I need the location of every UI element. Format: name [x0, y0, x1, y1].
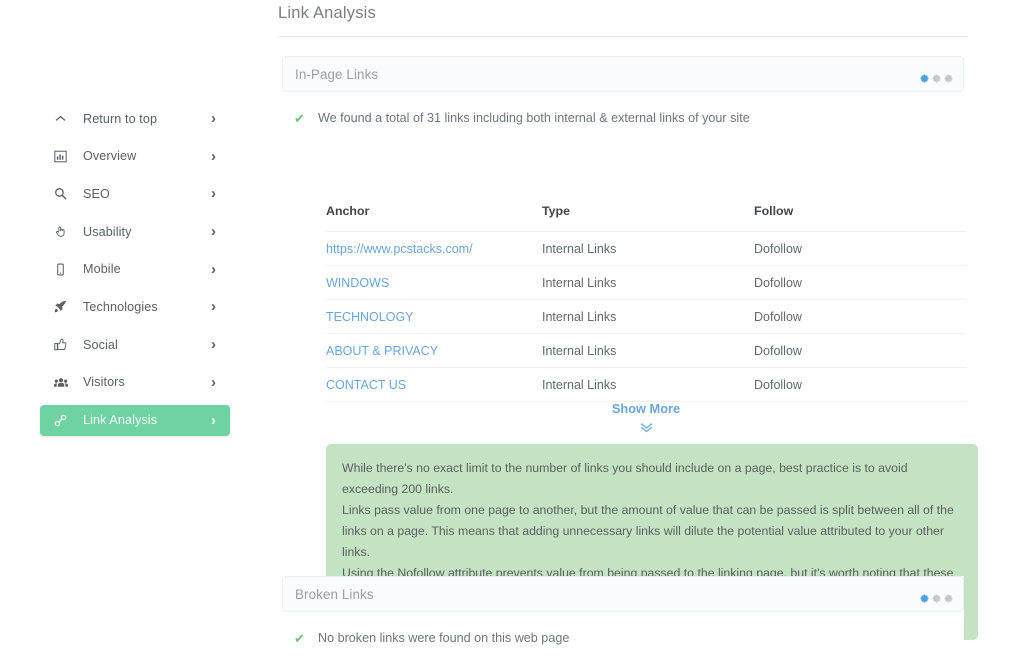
- anchor-link[interactable]: ABOUT & PRIVACY: [326, 344, 438, 358]
- main-content: Link Analysis In-Page Links ✔ We found a…: [270, 0, 1024, 656]
- table-header-row: Anchor Type Follow: [326, 204, 966, 232]
- gear-icon-minimize[interactable]: [932, 70, 941, 82]
- gear-icon-settings[interactable]: [920, 590, 929, 602]
- broken-links-status-text: No broken links were found on this web p…: [318, 631, 570, 645]
- check-icon: ✔: [294, 631, 305, 646]
- app-root: Return to top › Overview › SEO › Usability › Mob…: [0, 0, 1024, 656]
- cell-type: Internal Links: [542, 333, 754, 368]
- rocket-icon: [54, 300, 74, 313]
- check-icon: ✔: [294, 111, 305, 126]
- cell-follow: Dofollow: [754, 333, 966, 368]
- table-row: https://www.pcstacks.com/Internal Links D…: [326, 231, 966, 266]
- chevron-right-icon: ›: [211, 298, 216, 316]
- sidebar-item-social[interactable]: Social ›: [40, 329, 230, 360]
- anchor-link[interactable]: CONTACT US: [326, 378, 406, 392]
- sidebar-item-technologies[interactable]: Technologies ›: [40, 291, 230, 322]
- sidebar-item-label: Mobile: [83, 262, 121, 277]
- cell-follow: Dofollow: [754, 299, 966, 334]
- in-page-links-status: ✔ We found a total of 31 links including…: [282, 110, 964, 127]
- chevron-right-icon: ›: [211, 373, 216, 391]
- chevron-double-down-icon[interactable]: [326, 422, 966, 435]
- chevron-right-icon: ›: [211, 260, 216, 278]
- column-header-anchor: Anchor: [326, 204, 542, 232]
- cell-type: Internal Links: [542, 299, 754, 334]
- in-page-links-card-header: In-Page Links: [282, 56, 964, 92]
- sidebar-item-label: Return to top: [83, 111, 158, 126]
- chevron-right-icon: ›: [211, 411, 216, 429]
- cell-anchor: ABOUT & PRIVACY: [326, 333, 542, 368]
- chevron-right-icon: ›: [211, 110, 216, 127]
- show-more-button[interactable]: Show More: [612, 401, 680, 416]
- in-page-links-table: Anchor Type Follow https://www.pcstacks.co…: [326, 204, 966, 402]
- cell-anchor: CONTACT US: [326, 367, 542, 402]
- gear-icon-close[interactable]: [944, 70, 953, 82]
- in-page-links-card: In-Page Links ✔ We found a total of 31 l…: [282, 56, 978, 640]
- chevron-up-icon: [54, 112, 74, 125]
- column-header-type: Type: [542, 204, 754, 232]
- table-row: ABOUT & PRIVACY Internal Links Dofollow: [326, 333, 966, 368]
- sidebar-item-label: Overview: [83, 149, 137, 164]
- table-row: CONTACT US Internal Links Dofollow: [326, 367, 966, 402]
- sidebar: Return to top › Overview › SEO › Usability › Mob…: [0, 0, 270, 656]
- chevron-right-icon: ›: [211, 185, 216, 203]
- gear-icon-settings[interactable]: [920, 70, 929, 82]
- sidebar-item-label: Usability: [83, 224, 132, 239]
- table-row: WINDOWS Internal Links Dofollow: [326, 265, 966, 300]
- chevron-right-icon: ›: [211, 336, 216, 354]
- sidebar-item-label: Link Analysis: [83, 413, 158, 427]
- sidebar-item-usability[interactable]: Usability ›: [40, 216, 230, 247]
- page-title: Link Analysis: [278, 4, 376, 22]
- cell-type: Internal Links: [542, 231, 754, 266]
- card-controls-in-page: [920, 57, 953, 91]
- thumbs-up-icon: [54, 338, 74, 351]
- sidebar-item-visitors[interactable]: Visitors ›: [40, 367, 230, 398]
- sidebar-item-overview[interactable]: Overview ›: [40, 141, 230, 172]
- broken-links-status: ✔ No broken links were found on this web…: [282, 630, 964, 647]
- in-page-links-status-text: We found a total of 31 links including b…: [318, 111, 750, 125]
- sidebar-nav: Return to top › Overview › SEO › Usability › Mob…: [40, 103, 230, 442]
- users-icon: [54, 376, 74, 389]
- mobile-icon: [54, 263, 74, 276]
- cell-type: Internal Links: [542, 367, 754, 402]
- gear-icon-minimize[interactable]: [932, 590, 941, 602]
- sidebar-item-return-to-top[interactable]: Return to top ›: [40, 103, 230, 134]
- gear-icon-close[interactable]: [944, 590, 953, 602]
- bar-chart-icon: [54, 150, 74, 163]
- sidebar-item-mobile[interactable]: Mobile ›: [40, 254, 230, 285]
- note-paragraph-2: Links pass value from one page to anothe…: [342, 503, 954, 559]
- sidebar-item-link-analysis[interactable]: Link Analysis ›: [40, 404, 230, 436]
- sidebar-item-label: Technologies: [83, 299, 158, 314]
- chevron-right-icon: ›: [211, 147, 216, 165]
- cell-anchor: TECHNOLOGY: [326, 299, 542, 334]
- column-header-follow: Follow: [754, 204, 966, 232]
- note-paragraph-1: While there's no exact limit to the numb…: [342, 461, 908, 496]
- hand-pointer-icon: [54, 225, 74, 238]
- broken-links-card: Broken Links ✔ No broken links were foun…: [282, 576, 964, 656]
- title-divider: [278, 36, 968, 37]
- chevron-right-icon: ›: [211, 223, 216, 241]
- sidebar-item-seo[interactable]: SEO ›: [40, 178, 230, 209]
- chain-link-icon: [54, 414, 74, 427]
- cell-anchor: WINDOWS: [326, 265, 542, 300]
- cell-follow: Dofollow: [754, 265, 966, 300]
- cell-anchor: https://www.pcstacks.com/: [326, 231, 542, 266]
- anchor-link[interactable]: TECHNOLOGY: [326, 310, 414, 324]
- anchor-link[interactable]: https://www.pcstacks.com/: [326, 242, 473, 256]
- sidebar-item-label: SEO: [83, 186, 110, 201]
- in-page-links-card-title: In-Page Links: [295, 66, 379, 82]
- broken-links-card-header: Broken Links: [282, 576, 964, 612]
- table-row: TECHNOLOGY Internal Links Dofollow: [326, 299, 966, 334]
- table-body: https://www.pcstacks.com/Internal Links D…: [326, 231, 966, 402]
- sidebar-item-label: Social: [83, 337, 118, 352]
- cell-type: Internal Links: [542, 265, 754, 300]
- search-icon: [54, 187, 74, 200]
- anchor-link[interactable]: WINDOWS: [326, 276, 389, 290]
- card-controls-broken: [920, 577, 953, 611]
- cell-follow: Dofollow: [754, 367, 966, 402]
- cell-follow: Dofollow: [754, 231, 966, 266]
- broken-links-card-title: Broken Links: [295, 586, 374, 602]
- show-more-container: Show More: [326, 400, 966, 435]
- sidebar-item-label: Visitors: [83, 375, 125, 390]
